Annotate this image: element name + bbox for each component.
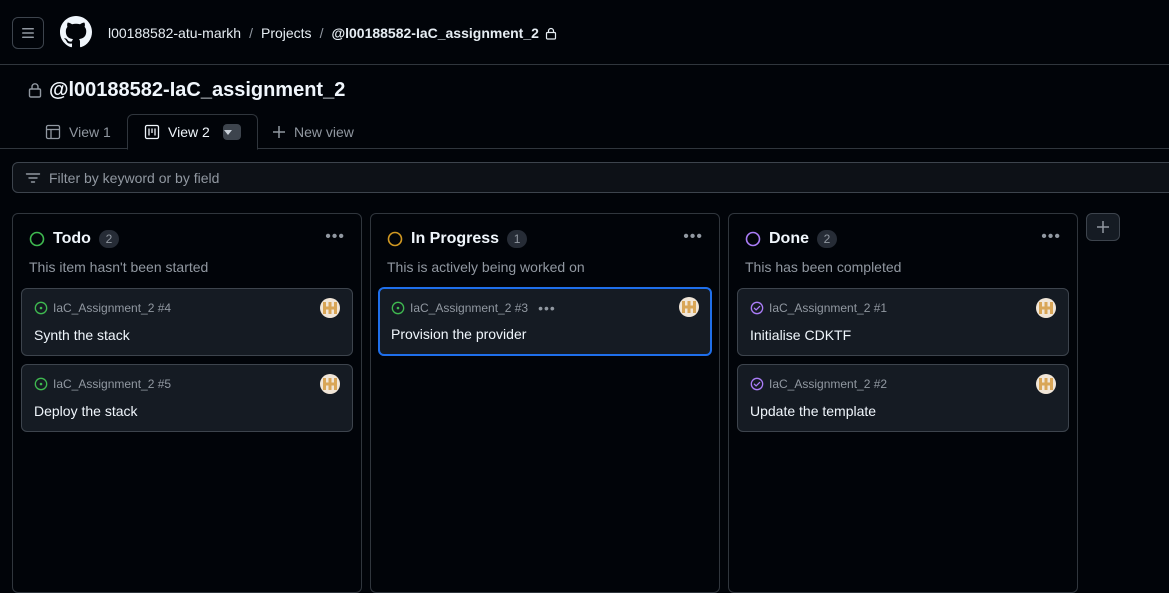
column-title: Done xyxy=(769,230,809,247)
breadcrumb-separator: / xyxy=(249,25,253,41)
card-reference[interactable]: IaC_Assignment_2 #2 xyxy=(769,377,887,391)
column-more-options-icon[interactable]: ••• xyxy=(683,228,703,246)
open-issue-icon xyxy=(34,377,48,391)
card-title[interactable]: Update the template xyxy=(750,403,876,419)
card-reference[interactable]: IaC_Assignment_2 #1 xyxy=(769,301,887,315)
github-logo-icon[interactable] xyxy=(60,16,92,48)
column-count-badge: 2 xyxy=(817,230,837,248)
filter-icon xyxy=(25,172,41,183)
board-card[interactable]: IaC_Assignment_2 #4 Synth the stack xyxy=(21,288,353,356)
column-count-badge: 1 xyxy=(507,230,528,248)
breadcrumb-separator: / xyxy=(319,25,324,41)
board-card[interactable]: IaC_Assignment_2 #1 Initialise CDKTF xyxy=(737,288,1069,356)
avatar[interactable] xyxy=(320,374,340,394)
filter-input[interactable]: Filter by keyword or by field xyxy=(12,162,1169,193)
menu-button[interactable] xyxy=(12,17,44,49)
column-description: This item hasn't been started xyxy=(29,259,209,275)
hamburger-icon xyxy=(22,28,34,38)
tab-view-2[interactable]: View 2 xyxy=(127,114,258,150)
tab-view-1[interactable]: View 1 xyxy=(45,114,111,149)
open-issue-icon xyxy=(391,301,405,315)
avatar[interactable] xyxy=(1036,374,1056,394)
tab-label: View 1 xyxy=(69,123,111,140)
card-reference[interactable]: IaC_Assignment_2 #5 xyxy=(53,377,171,391)
add-column-button[interactable] xyxy=(1086,213,1120,241)
plus-icon xyxy=(273,125,285,138)
breadcrumb-projects-link[interactable]: Projects xyxy=(261,25,312,41)
avatar[interactable] xyxy=(320,298,340,318)
breadcrumb-owner-link[interactable]: l00188582-atu-markh xyxy=(108,25,241,41)
column-count-badge: 2 xyxy=(98,230,119,248)
avatar[interactable] xyxy=(1036,298,1056,318)
status-circle-icon xyxy=(29,231,45,247)
card-reference[interactable]: IaC_Assignment_2 #4 xyxy=(53,301,171,315)
breadcrumb: l00188582-atu-markh / Projects / @l00188… xyxy=(108,24,557,42)
view-options-button[interactable] xyxy=(223,124,241,140)
tab-label: View 2 xyxy=(168,124,210,140)
global-header: l00188582-atu-markh / Projects / @l00188… xyxy=(0,0,1169,65)
status-circle-icon xyxy=(387,231,403,247)
open-issue-icon xyxy=(34,301,48,315)
column-title: In Progress xyxy=(411,230,500,247)
card-title[interactable]: Synth the stack xyxy=(34,327,130,343)
closed-issue-icon xyxy=(750,377,764,391)
triangle-down-icon xyxy=(224,129,232,135)
column-more-options-icon[interactable]: ••• xyxy=(325,228,345,246)
card-more-options-icon[interactable]: ••• xyxy=(538,300,556,316)
status-circle-icon xyxy=(745,231,761,247)
column-title: Todo xyxy=(53,230,91,247)
column-more-options-icon[interactable]: ••• xyxy=(1041,228,1061,246)
tab-label: New view xyxy=(294,123,354,140)
card-title[interactable]: Provision the provider xyxy=(391,326,526,342)
project-title: @l00188582-IaC_assignment_2 xyxy=(49,79,346,101)
lock-icon xyxy=(545,27,557,40)
board-column-done: Done 2 ••• This has been completed IaC_A… xyxy=(728,213,1078,593)
board-card[interactable]: IaC_Assignment_2 #2 Update the template xyxy=(737,364,1069,432)
filter-placeholder: Filter by keyword or by field xyxy=(49,169,220,186)
board-icon xyxy=(144,124,160,140)
lock-icon xyxy=(28,82,42,103)
new-view-button[interactable]: New view xyxy=(272,114,354,149)
breadcrumb-project-link[interactable]: @l00188582-IaC_assignment_2 xyxy=(331,25,538,41)
table-icon xyxy=(45,124,61,139)
card-title[interactable]: Deploy the stack xyxy=(34,403,138,419)
board-column-in-progress: In Progress 1 ••• This is actively being… xyxy=(370,213,720,593)
column-description: This is actively being worked on xyxy=(387,259,585,275)
avatar[interactable] xyxy=(679,297,699,317)
card-reference[interactable]: IaC_Assignment_2 #3 xyxy=(410,301,528,315)
board-column-todo: Todo 2 ••• This item hasn't been started… xyxy=(12,213,362,593)
board-card-selected[interactable]: IaC_Assignment_2 #3 ••• Provision the pr… xyxy=(378,287,712,356)
board-card[interactable]: IaC_Assignment_2 #5 Deploy the stack xyxy=(21,364,353,432)
column-description: This has been completed xyxy=(745,259,902,275)
card-title[interactable]: Initialise CDKTF xyxy=(750,327,851,343)
plus-icon xyxy=(1097,221,1109,233)
closed-issue-icon xyxy=(750,301,764,315)
